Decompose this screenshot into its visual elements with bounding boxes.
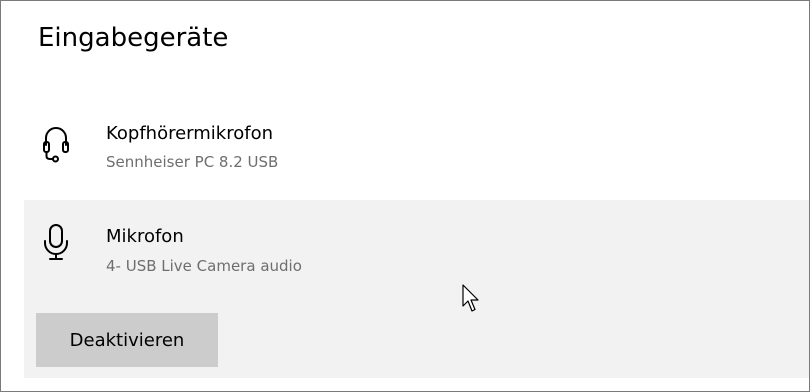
headset-icon (43, 127, 69, 163)
microphone-icon (44, 224, 68, 260)
device-name: Kopfhörermikrofon (106, 123, 274, 144)
device-subtitle: Sennheiser PC 8.2 USB (106, 153, 279, 171)
mouse-cursor-icon (462, 284, 479, 312)
device-item-microphone[interactable]: Mikrofon 4- USB Live Camera audio Deakti… (24, 200, 809, 378)
section-title: Eingabegeräte (38, 23, 229, 53)
input-devices-panel: Eingabegeräte Kopfhörermikrofon Sennheis… (0, 0, 810, 392)
device-item-headset[interactable]: Kopfhörermikrofon Sennheiser PC 8.2 USB (24, 101, 809, 193)
device-name: Mikrofon (106, 226, 184, 247)
deactivate-button[interactable]: Deaktivieren (36, 313, 218, 367)
device-subtitle: 4- USB Live Camera audio (106, 257, 302, 275)
